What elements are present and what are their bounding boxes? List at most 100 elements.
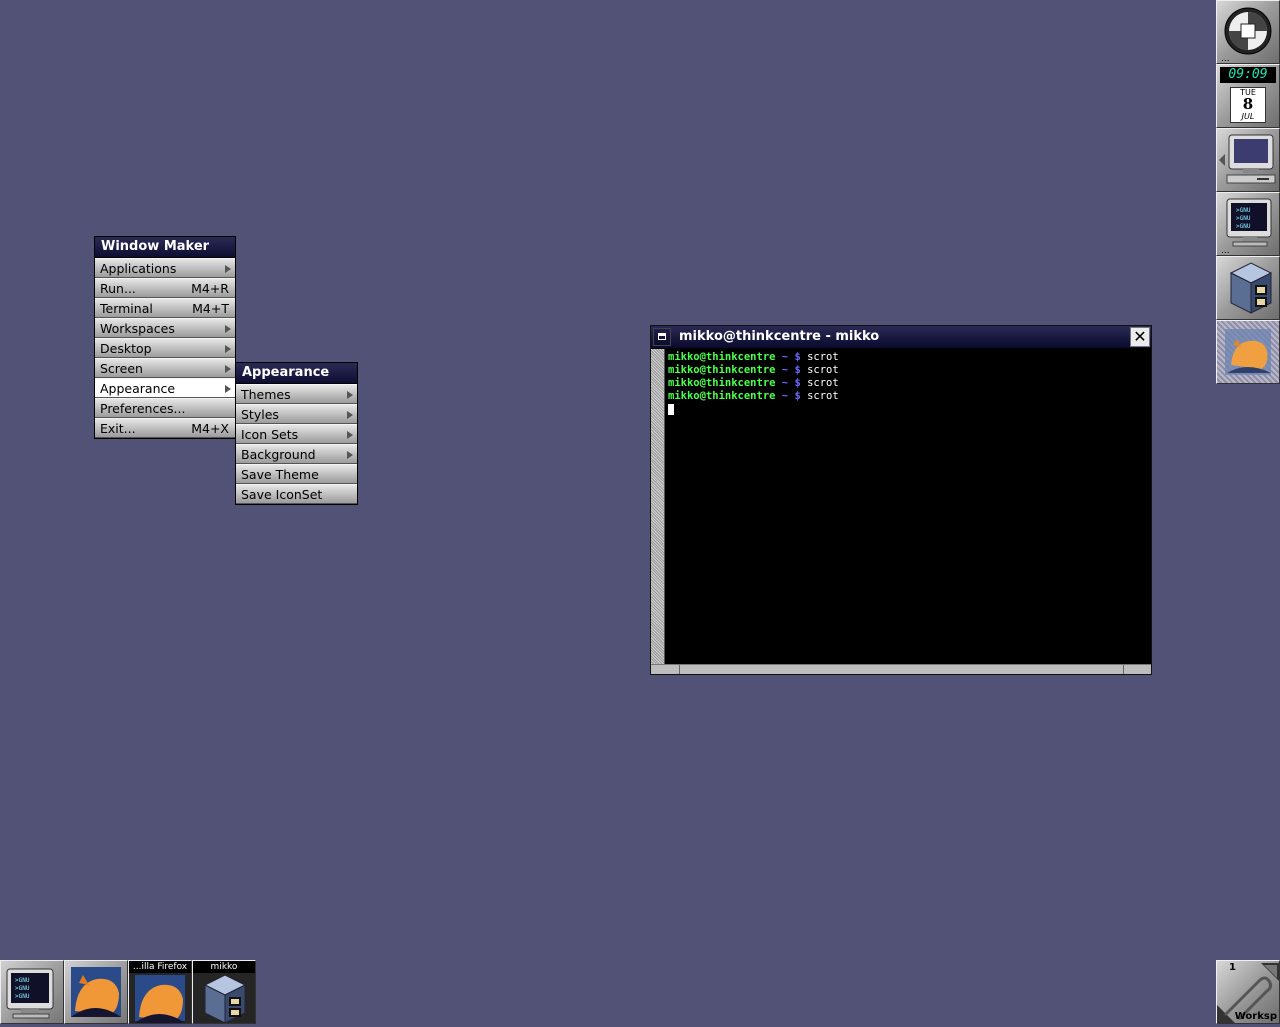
menu-item-run[interactable]: Run... M4+R [95, 278, 235, 298]
app-firefox-appicon[interactable] [64, 960, 128, 1024]
minimize-button[interactable] [653, 328, 671, 346]
prompt-symbol: ~ $ [781, 377, 801, 389]
menu-item-label: Applications [100, 261, 177, 276]
app-files-window-icon[interactable]: mikko [192, 960, 256, 1024]
dock-monitor-tile[interactable] [1216, 128, 1280, 192]
svg-text:>GNU: >GNU [15, 993, 30, 1000]
dock-clock-tile[interactable]: 09:09 TUE 8 JUL [1216, 64, 1280, 128]
terminal-titlebar[interactable]: mikko@thinkcentre - mikko ✕ [651, 326, 1151, 349]
submenu-arrow-icon [225, 385, 231, 393]
menu-item-label: Workspaces [100, 321, 175, 336]
files-window-label: mikko [193, 961, 255, 973]
menu-item-label: Save Theme [241, 467, 319, 482]
submenu-item-save-theme[interactable]: Save Theme [236, 464, 357, 484]
terminal-window[interactable]: mikko@thinkcentre - mikko ✕ mikko@thinkc… [650, 325, 1152, 675]
submenu-arrow-icon [225, 265, 231, 273]
menu-item-exit[interactable]: Exit... M4+X [95, 418, 235, 438]
menu-item-label: Terminal [100, 301, 153, 316]
firefox-icon [1225, 329, 1271, 375]
svg-text:>GNU: >GNU [15, 985, 30, 992]
terminal-cursor [668, 403, 674, 415]
clock-time: 09:09 [1228, 67, 1268, 82]
submenu-arrow-icon [347, 431, 353, 439]
terminal-line: mikko@thinkcentre ~ $ scrot [668, 390, 1149, 403]
submenu-arrow-icon [347, 451, 353, 459]
terminal-scrollbar[interactable] [651, 349, 665, 665]
submenu-arrow-icon [225, 365, 231, 373]
menu-item-shortcut: M4+R [191, 281, 229, 296]
menu-item-terminal[interactable]: Terminal M4+T [95, 298, 235, 318]
prompt-symbol: ~ $ [781, 364, 801, 376]
root-menu-title[interactable]: Window Maker [95, 237, 235, 258]
gnu-terminal-icon: >GNU >GNU >GNU [6, 968, 54, 1019]
menu-item-label: Exit... [100, 421, 136, 436]
svg-text:>GNU: >GNU [1236, 223, 1251, 230]
appearance-submenu-title[interactable]: Appearance [236, 363, 357, 384]
command-text: scrot [807, 390, 839, 402]
menu-item-shortcut: M4+T [192, 301, 229, 316]
calendar-page-icon: TUE 8 JUL [1230, 87, 1266, 123]
menu-item-applications[interactable]: Applications [95, 258, 235, 278]
submenu-arrow-icon [347, 391, 353, 399]
submenu-item-styles[interactable]: Styles [236, 404, 357, 424]
resize-bar[interactable] [651, 664, 1151, 674]
terminal-title: mikko@thinkcentre - mikko [679, 329, 880, 344]
terminal-line: mikko@thinkcentre ~ $ scrot [668, 377, 1149, 390]
computer-monitor-icon [1219, 134, 1276, 184]
close-button[interactable]: ✕ [1130, 327, 1150, 347]
svg-text:>GNU: >GNU [1236, 207, 1251, 214]
dock-ellipsis: ... [1221, 54, 1230, 64]
workspace-clip[interactable]: 1 Worksp [1216, 960, 1280, 1024]
firefox-icon [135, 975, 185, 1023]
prompt-user: mikko@thinkcentre [668, 364, 776, 376]
menu-item-screen[interactable]: Screen [95, 358, 235, 378]
command-text: scrot [807, 377, 839, 389]
submenu-item-icon-sets[interactable]: Icon Sets [236, 424, 357, 444]
firefox-icon [71, 967, 121, 1017]
prompt-user: mikko@thinkcentre [668, 351, 776, 363]
workspace-label: Worksp [1234, 1011, 1277, 1022]
menu-item-preferences[interactable]: Preferences... [95, 398, 235, 418]
menu-item-appearance[interactable]: Appearance [95, 378, 235, 398]
dock-firefox-tile[interactable] [1216, 320, 1280, 384]
dock-ellipsis: ... [1221, 246, 1230, 256]
submenu-arrow-icon [347, 411, 353, 419]
menu-item-label: Screen [100, 361, 143, 376]
menu-item-label: Save IconSet [241, 487, 323, 502]
dock-terminal-tile[interactable]: >GNU >GNU >GNU ... [1216, 192, 1280, 256]
menu-item-shortcut: M4+X [191, 421, 229, 436]
prompt-user: mikko@thinkcentre [668, 390, 776, 402]
menu-item-label: Desktop [100, 341, 152, 356]
command-text: scrot [807, 364, 839, 376]
menu-item-label: Themes [241, 387, 291, 402]
dock-wmaker-tile[interactable]: ... [1216, 0, 1280, 64]
menu-item-label: Background [241, 447, 316, 462]
prompt-symbol: ~ $ [781, 351, 801, 363]
prompt-symbol: ~ $ [781, 390, 801, 402]
menu-item-label: Icon Sets [241, 427, 299, 442]
calendar-month: JUL [1241, 112, 1255, 121]
svg-text:>GNU: >GNU [1236, 215, 1251, 222]
submenu-item-background[interactable]: Background [236, 444, 357, 464]
menu-item-label: Preferences... [100, 401, 186, 416]
terminal-line: mikko@thinkcentre ~ $ scrot [668, 351, 1149, 364]
terminal-output[interactable]: mikko@thinkcentre ~ $ scrot mikko@thinkce… [668, 351, 1149, 662]
app-terminal-appicon[interactable]: >GNU >GNU >GNU [0, 960, 64, 1024]
file-cabinet-icon [1229, 262, 1273, 314]
root-menu: Window Maker Applications Run... M4+R Termi… [94, 236, 236, 439]
firefox-window-label: ...illa Firefox [129, 961, 191, 973]
menu-item-label: Appearance [100, 381, 176, 396]
submenu-item-save-iconset[interactable]: Save IconSet [236, 484, 357, 504]
menu-item-label: Run... [100, 281, 136, 296]
svg-text:>GNU: >GNU [15, 977, 30, 984]
file-cabinet-icon [203, 974, 247, 1023]
app-firefox-window-icon[interactable]: ...illa Firefox [128, 960, 192, 1024]
menu-item-label: Styles [241, 407, 279, 422]
appearance-submenu: Appearance Themes Styles Icon Sets Backgrou… [235, 362, 358, 505]
prompt-user: mikko@thinkcentre [668, 377, 776, 389]
submenu-item-themes[interactable]: Themes [236, 384, 357, 404]
dock-filemanager-tile[interactable] [1216, 256, 1280, 320]
menu-item-desktop[interactable]: Desktop [95, 338, 235, 358]
terminal-line: mikko@thinkcentre ~ $ scrot [668, 364, 1149, 377]
menu-item-workspaces[interactable]: Workspaces [95, 318, 235, 338]
